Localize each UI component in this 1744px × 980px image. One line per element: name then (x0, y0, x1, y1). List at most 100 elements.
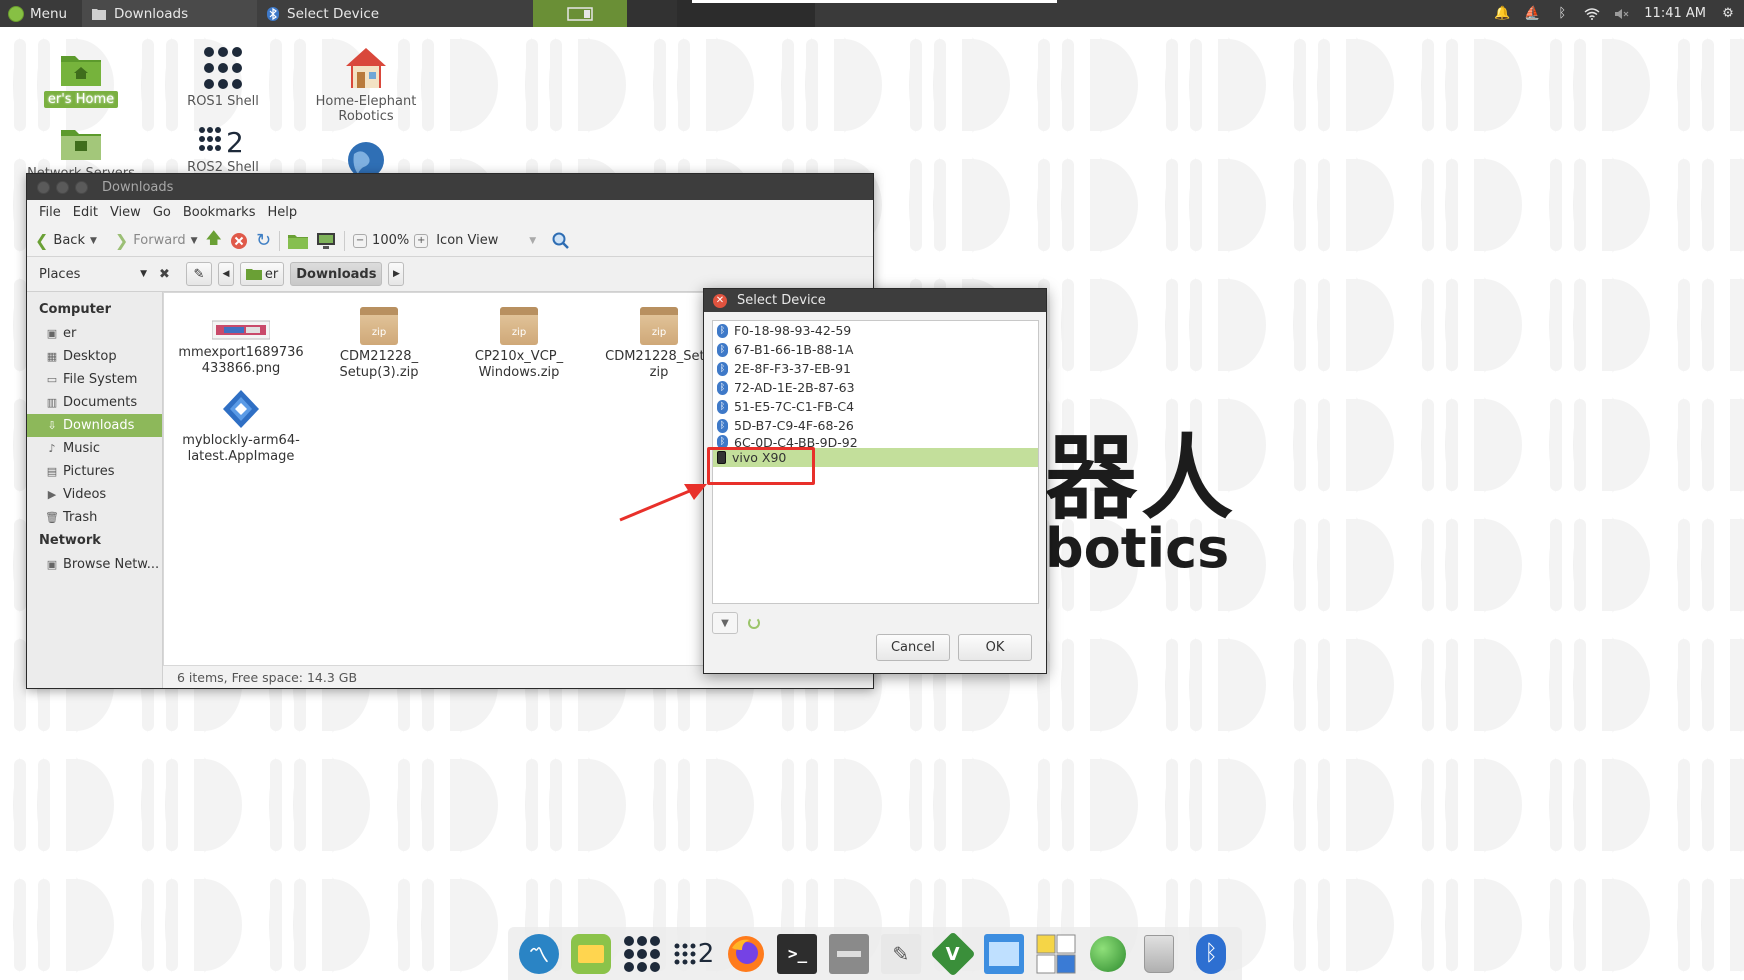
dock-item-trash[interactable] (1137, 931, 1183, 977)
taskbar-item-downloads[interactable]: Downloads (82, 0, 257, 27)
dock-item-editor[interactable]: ✎ (878, 931, 924, 977)
file-item[interactable]: myblockly-arm64- latest.AppImage (176, 389, 306, 465)
dock-item-window[interactable] (981, 931, 1027, 977)
system-tray: 🔔 ⛵ ᛒ 11:41 AM ⚙ (1494, 6, 1744, 22)
dock-item-green-ball[interactable] (1085, 931, 1131, 977)
window-titlebar[interactable]: Downloads (27, 174, 873, 200)
chevron-down-icon[interactable]: ▼ (90, 236, 97, 246)
menu-go[interactable]: Go (147, 205, 177, 220)
stop-button[interactable] (230, 232, 248, 250)
up-button[interactable]: 🡅 (206, 227, 222, 254)
zoom-control[interactable]: − 100% + (353, 233, 429, 248)
close-window-button[interactable] (37, 180, 50, 194)
menu-help[interactable]: Help (261, 205, 303, 220)
sidebar-item-music[interactable]: ♪ Music (27, 437, 162, 460)
desktop-icon-home[interactable]: er's Home (26, 48, 136, 108)
sidebar-item-documents[interactable]: ▥ Documents (27, 391, 162, 414)
sidebar-item-videos[interactable]: ▶ Videos (27, 483, 162, 506)
view-mode-select[interactable]: Icon View ▼ (436, 233, 536, 248)
dock-item-board[interactable] (1033, 931, 1079, 977)
main-menu-button[interactable]: Menu (0, 0, 82, 27)
back-button[interactable]: ❮ Back ▼ (35, 231, 97, 250)
desktop-icon-globe[interactable] (311, 140, 421, 174)
dock-item-terminal[interactable]: >_ (775, 931, 821, 977)
dock-item-files[interactable] (826, 931, 872, 977)
bluetooth-tray-icon[interactable]: ᛒ (1554, 6, 1570, 22)
device-item[interactable]: ᛒ 67-B1-66-1B-88-1A (713, 340, 1038, 359)
taskbar-empty-slot (677, 0, 815, 27)
reload-button[interactable]: ↻ (256, 230, 271, 251)
taskbar-item-select-device[interactable]: Select Device (257, 0, 533, 27)
device-label: 72-AD-1E-2B-87-63 (734, 380, 855, 395)
dock-item-firefox[interactable] (723, 931, 769, 977)
update-manager-icon[interactable]: ⛵ (1524, 6, 1540, 22)
device-item[interactable]: ᛒ 2E-8F-F3-37-EB-91 (713, 359, 1038, 378)
notification-bell-icon[interactable]: 🔔 (1494, 6, 1510, 22)
file-item[interactable]: zip CP210x_VCP_ Windows.zip (454, 307, 584, 381)
minimize-window-button[interactable] (56, 180, 69, 194)
menu-view[interactable]: View (104, 205, 147, 220)
window-icon (984, 933, 1025, 974)
device-label: 67-B1-66-1B-88-1A (734, 342, 854, 357)
maximize-window-button[interactable] (75, 180, 88, 194)
desktop-icon-network[interactable]: Network Servers (26, 124, 136, 174)
close-icon[interactable]: ✕ (713, 293, 727, 308)
path-home-button[interactable]: er (239, 262, 285, 286)
sidebar-item-pictures[interactable]: ▤ Pictures (27, 460, 162, 483)
edit-location-button[interactable]: ✎ (185, 262, 212, 286)
zoom-in-icon[interactable]: + (414, 233, 429, 248)
device-item[interactable]: ᛒ 5D-B7-C9-4F-68-26 (713, 416, 1038, 435)
sidebar-item-label: Videos (63, 487, 107, 502)
dock-item-ros1[interactable] (619, 931, 665, 977)
sidebar-item-filesystem[interactable]: ▭ File System (27, 368, 162, 391)
sidebar-item-trash[interactable]: 🗑 Trash (27, 506, 162, 529)
sidebar-item-desktop[interactable]: ▦ Desktop (27, 345, 162, 368)
file-item[interactable]: zip CDM21228_ Setup(3).zip (314, 307, 444, 381)
clock[interactable]: 11:41 AM (1644, 6, 1706, 21)
show-desktop-button[interactable] (533, 0, 627, 27)
sidebar-item-browse-network[interactable]: ▣ Browse Netw... (27, 553, 162, 576)
annotation-highlight-box (707, 447, 815, 485)
settings-gear-icon[interactable]: ⚙ (1720, 6, 1736, 22)
desktop-icon-ros1[interactable]: ROS1 Shell (168, 46, 278, 109)
path-next-button[interactable]: ▶ (388, 262, 405, 286)
menu-edit[interactable]: Edit (67, 205, 104, 220)
device-item[interactable]: ᛒ 51-E5-7C-C1-FB-C4 (713, 397, 1038, 416)
places-dropdown[interactable]: Places ▼ (33, 262, 153, 286)
sidebar-item-home[interactable]: ▣ er (27, 322, 162, 345)
dock-item-notes[interactable] (568, 931, 614, 977)
forward-button[interactable]: ❯ Forward ▼ (115, 231, 198, 250)
wifi-icon[interactable] (1584, 6, 1600, 22)
file-item[interactable]: mmexport1689736 433866.png (176, 313, 306, 377)
computer-button[interactable] (316, 232, 336, 250)
expand-options-button[interactable]: ▼ (712, 612, 738, 634)
dock-item-bluetooth[interactable]: ᛒ (1188, 931, 1234, 977)
volume-muted-icon[interactable] (1614, 6, 1630, 22)
home-folder-icon: ▣ (46, 327, 58, 340)
annotation-arrow-icon (619, 484, 707, 522)
sidebar-item-label: Trash (63, 510, 98, 525)
device-item[interactable]: ᛒ F0-18-98-93-42-59 (713, 321, 1038, 340)
close-sidebar-icon[interactable]: ✖ (159, 267, 170, 282)
home-button[interactable] (288, 233, 309, 249)
dock-item-ros2[interactable]: 2 (671, 931, 717, 977)
appimage-icon (223, 390, 259, 428)
dock-item-monitor[interactable]: 〽 (516, 931, 562, 977)
file-name-line2: 433866.png (201, 361, 281, 376)
path-current-button[interactable]: Downloads (290, 262, 383, 286)
zoom-out-icon[interactable]: − (353, 233, 368, 248)
sidebar-item-downloads[interactable]: ⇩ Downloads (27, 414, 162, 437)
dock-item-vim[interactable]: V (929, 930, 976, 977)
path-prev-button[interactable]: ◀ (217, 262, 234, 286)
desktop-icon-ros2[interactable]: 2 ROS2 Shell (168, 124, 278, 174)
ok-button[interactable]: OK (958, 634, 1032, 661)
menu-bookmarks[interactable]: Bookmarks (177, 205, 262, 220)
menu-file[interactable]: File (33, 205, 67, 220)
search-button[interactable] (552, 232, 570, 250)
dialog-titlebar[interactable]: ✕ Select Device (704, 289, 1046, 312)
device-item[interactable]: ᛒ 72-AD-1E-2B-87-63 (713, 378, 1038, 397)
cancel-button[interactable]: Cancel (876, 634, 950, 661)
desktop-icon-elephant[interactable]: Home-Elephant Robotics (311, 46, 421, 124)
top-panel: Menu Downloads Select Device 🔔 ⛵ ᛒ 11:41… (0, 0, 1744, 27)
chevron-down-icon[interactable]: ▼ (191, 236, 198, 246)
